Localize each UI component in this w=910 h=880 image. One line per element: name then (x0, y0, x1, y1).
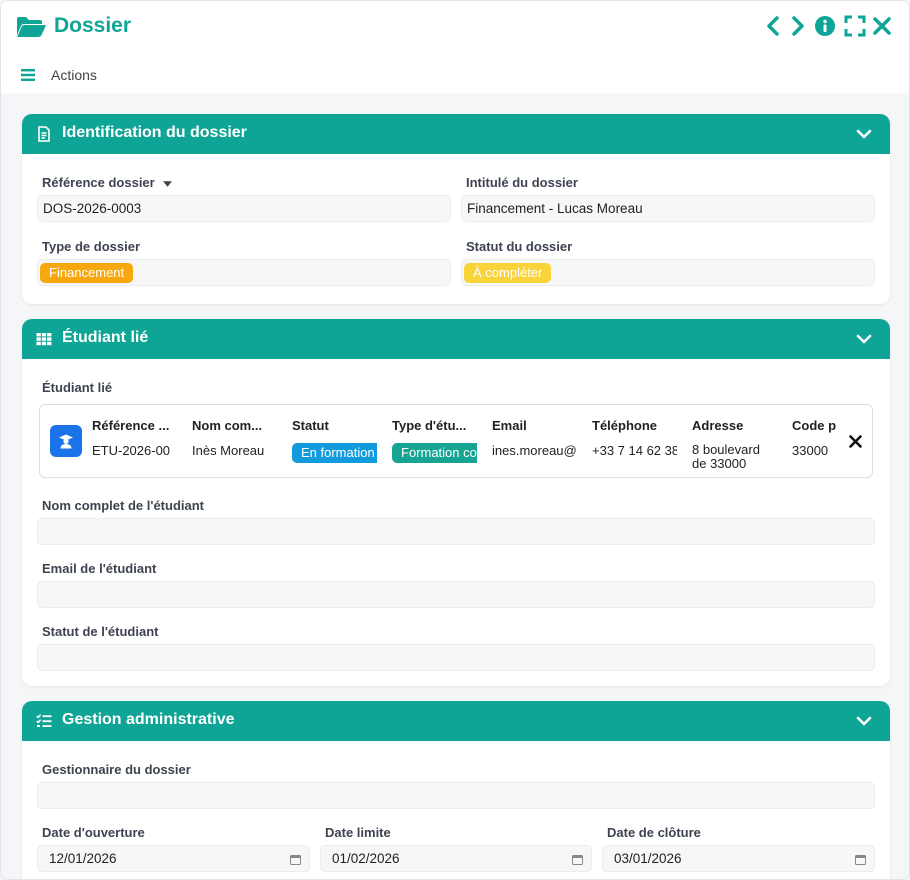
reference-label: Référence dossier (42, 175, 173, 190)
col-type: Type d'étu... Formation co (392, 418, 477, 463)
calendar-icon[interactable] (855, 854, 866, 865)
chevron-left-icon (767, 16, 779, 36)
date-cloture-value: 03/01/2026 (614, 851, 682, 866)
col-value: +33 7 14 62 38 (592, 443, 677, 458)
student-icon (59, 434, 73, 449)
date-cloture-label: Date de clôture (607, 825, 701, 840)
gestion-header[interactable]: Gestion administrative (22, 701, 890, 741)
intitule-label: Intitulé du dossier (466, 175, 578, 190)
expand-icon (844, 15, 866, 37)
date-ouverture-field[interactable]: 12/01/2026 (37, 845, 310, 872)
student-email-field[interactable] (37, 581, 875, 608)
en-formation-chip: En formation (292, 443, 377, 463)
col-nom: Nom com... Inès Moreau (192, 418, 277, 458)
col-adresse: Adresse 8 boulevard de 33000 Bordeaux (692, 418, 777, 471)
date-limite-label: Date limite (325, 825, 391, 840)
next-button[interactable] (786, 15, 808, 37)
chevron-down-icon[interactable] (856, 332, 872, 346)
col-code-postal: Code p 33000 (792, 418, 840, 458)
dossier-window: Dossier Actions Identification du dossie… (0, 0, 910, 880)
etudiant-header[interactable]: Étudiant lié (22, 319, 890, 359)
col-header: Code p (792, 418, 837, 433)
type-field[interactable]: Financement (37, 259, 451, 286)
fullscreen-button[interactable] (844, 15, 866, 37)
info-button[interactable] (814, 15, 836, 37)
student-name-field[interactable] (37, 518, 875, 545)
chevron-down-icon[interactable] (856, 127, 872, 141)
statut-field[interactable]: À compléter (461, 259, 875, 286)
chevron-right-icon (792, 16, 804, 36)
gestion-title: Gestion administrative (62, 711, 235, 728)
col-telephone: Téléphone +33 7 14 62 38 (592, 418, 677, 458)
gestion-card: Gestion administrative Gestionnaire du d… (22, 701, 890, 879)
col-value: Formation co (392, 443, 477, 463)
col-value: Inès Moreau (192, 443, 265, 458)
col-statut: Statut En formation (292, 418, 377, 463)
date-limite-field[interactable]: 01/02/2026 (320, 845, 592, 872)
identification-header[interactable]: Identification du dossier (22, 114, 890, 154)
linked-student-label: Étudiant lié (42, 380, 113, 395)
type-chip: Financement (40, 262, 134, 283)
gestionnaire-field[interactable] (37, 782, 875, 809)
calendar-icon[interactable] (572, 854, 583, 865)
folder-open-icon (17, 17, 46, 37)
col-header: Type d'étu... (392, 418, 467, 433)
calendar-icon[interactable] (290, 854, 301, 865)
identification-title: Identification du dossier (62, 124, 247, 141)
statut-chip: À compléter (464, 262, 552, 283)
close-button[interactable] (871, 15, 893, 37)
col-header: Référence ... (92, 418, 170, 433)
col-header: Téléphone (592, 418, 658, 433)
reference-field[interactable]: DOS-2026-0003 (37, 195, 451, 222)
date-ouverture-value: 12/01/2026 (49, 851, 117, 866)
statut-label: Statut du dossier (466, 239, 573, 254)
date-cloture-field[interactable]: 03/01/2026 (602, 845, 875, 872)
col-header: Nom com... (192, 418, 263, 433)
type-label: Type de dossier (42, 239, 141, 254)
info-icon (815, 16, 835, 36)
col-value: ines.moreau@ (492, 443, 577, 458)
titlebar: Dossier Actions (1, 1, 909, 93)
student-avatar (50, 425, 82, 457)
document-icon (38, 126, 50, 142)
caret-down-icon[interactable] (163, 180, 173, 187)
identification-card: Identification du dossier Référence doss… (22, 114, 890, 304)
type-etude-chip: Formation co (392, 443, 477, 463)
close-icon (873, 17, 891, 35)
intitule-field[interactable]: Financement - Lucas Moreau (461, 195, 875, 222)
col-reference: Référence ... ETU-2026-00 (92, 418, 177, 458)
menu-icon (21, 69, 35, 81)
etudiant-title: Étudiant lié (62, 329, 149, 346)
unlink-icon[interactable] (849, 435, 862, 448)
chevron-down-icon[interactable] (856, 714, 872, 728)
etudiant-card: Étudiant lié Étudiant lié Référence ... … (22, 319, 890, 686)
date-ouverture-label: Date d'ouverture (42, 825, 145, 840)
col-value: En formation (292, 443, 377, 463)
col-value: 33000 (792, 443, 829, 458)
student-status-label: Statut de l'étudiant (42, 624, 159, 639)
col-value: ETU-2026-00 (92, 443, 171, 458)
table-icon (36, 333, 52, 346)
linked-student-record[interactable]: Référence ... ETU-2026-00 Nom com... Inè… (39, 404, 873, 478)
col-header: Email (492, 418, 527, 433)
col-header: Statut (292, 418, 329, 433)
col-header: Adresse (692, 418, 744, 433)
col-email: Email ines.moreau@ (492, 418, 577, 458)
student-name-label: Nom complet de l'étudiant (42, 498, 204, 513)
checklist-icon (36, 714, 52, 727)
actions-menu[interactable]: Actions (21, 63, 97, 87)
previous-button[interactable] (763, 15, 785, 37)
window-title: Dossier (54, 14, 132, 37)
gestionnaire-label: Gestionnaire du dossier (42, 762, 191, 777)
actions-label: Actions (51, 67, 97, 83)
col-value: 8 boulevard de 33000 Bordeaux (692, 443, 760, 471)
date-limite-value: 01/02/2026 (332, 851, 400, 866)
student-status-field[interactable] (37, 644, 875, 671)
student-email-label: Email de l'étudiant (42, 561, 157, 576)
